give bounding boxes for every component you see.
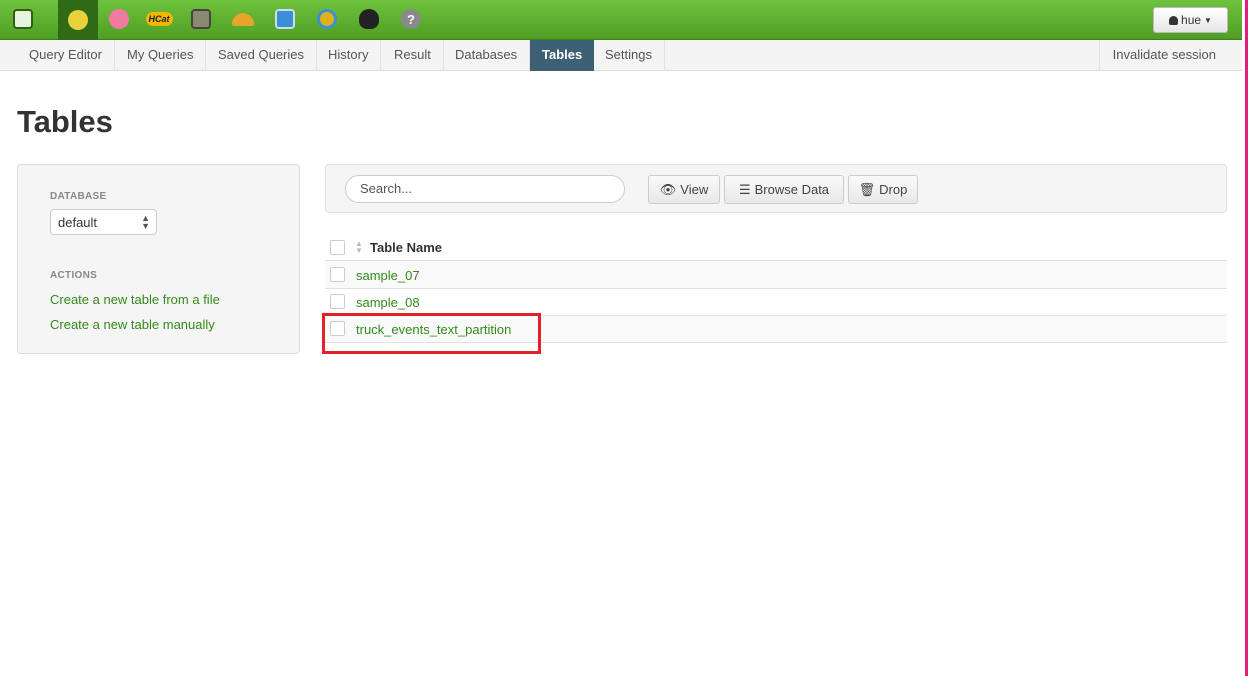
table-name-link[interactable]: sample_08 — [356, 295, 420, 310]
nav-saved-queries[interactable]: Saved Queries — [206, 40, 317, 71]
table-toolbar: Search... 👁 View ☰ Browse Data 🗑 Drop — [325, 164, 1227, 213]
file-browser-icon[interactable] — [188, 6, 214, 32]
drop-button-label: Drop — [879, 182, 908, 197]
list-icon: ☰ — [738, 181, 751, 197]
table-header: ▲ ▼ Table Name — [325, 235, 1227, 261]
select-arrows-icon: ▲ ▼ — [141, 213, 150, 231]
trash-icon: 🗑 — [858, 181, 876, 197]
table-name-link[interactable]: sample_07 — [356, 268, 420, 283]
secondary-nav: Query Editor My Queries Saved Queries Hi… — [0, 40, 1242, 71]
page-title: Tables — [17, 104, 113, 139]
job-designer-icon[interactable] — [230, 6, 256, 32]
select-all-checkbox[interactable] — [330, 240, 345, 255]
nav-databases[interactable]: Databases — [443, 40, 531, 71]
actions-header: ACTIONS — [50, 270, 98, 281]
user-menu-button[interactable]: hue ▼ — [1153, 7, 1228, 33]
database-select[interactable]: default ▲ ▼ — [50, 209, 157, 235]
oozie-icon[interactable] — [272, 6, 298, 32]
row-checkbox[interactable] — [330, 294, 345, 309]
eye-icon: 👁 — [659, 181, 677, 197]
nav-settings[interactable]: Settings — [593, 40, 665, 71]
help-icon[interactable]: ? — [398, 6, 424, 32]
job-browser-icon[interactable] — [314, 6, 340, 32]
nav-result[interactable]: Result — [382, 40, 444, 71]
nav-query-editor[interactable]: Query Editor — [17, 40, 115, 71]
nav-my-queries[interactable]: My Queries — [115, 40, 207, 71]
drop-button[interactable]: 🗑 Drop — [848, 175, 918, 204]
user-icon — [1169, 15, 1179, 25]
database-header: DATABASE — [50, 191, 107, 202]
user-name: hue — [1181, 13, 1202, 27]
pig-icon[interactable] — [106, 6, 132, 32]
view-button-label: View — [680, 182, 709, 197]
browse-data-label: Browse Data — [754, 182, 830, 197]
table-row: sample_08 — [325, 289, 1227, 316]
column-header-table-name[interactable]: Table Name — [370, 240, 442, 255]
highlight-box — [322, 313, 541, 354]
beeswax-icon[interactable] — [58, 0, 98, 40]
create-table-manually-link[interactable]: Create a new table manually — [50, 317, 215, 332]
hcat-icon[interactable]: HCat — [145, 6, 173, 32]
nav-history[interactable]: History — [316, 40, 382, 71]
hue-logo-icon[interactable] — [10, 6, 36, 32]
table-row: sample_07 — [325, 262, 1227, 289]
browse-data-button[interactable]: ☰ Browse Data — [724, 175, 844, 204]
search-input[interactable]: Search... — [345, 175, 625, 203]
nav-tables[interactable]: Tables — [530, 40, 595, 71]
caret-down-icon: ▼ — [1204, 15, 1212, 25]
view-button[interactable]: 👁 View — [648, 175, 720, 204]
invalidate-session-link[interactable]: Invalidate session — [1098, 40, 1242, 71]
sort-icon[interactable]: ▲ ▼ — [355, 240, 363, 255]
sidebar-panel: DATABASE default ▲ ▼ ACTIONS Create a new… — [17, 164, 300, 354]
row-checkbox[interactable] — [330, 267, 345, 282]
user-admin-icon[interactable] — [356, 6, 382, 32]
top-app-bar: HCat ? hue ▼ — [0, 0, 1242, 40]
database-select-value: default — [58, 215, 98, 230]
create-table-from-file-link[interactable]: Create a new table from a file — [50, 292, 220, 307]
